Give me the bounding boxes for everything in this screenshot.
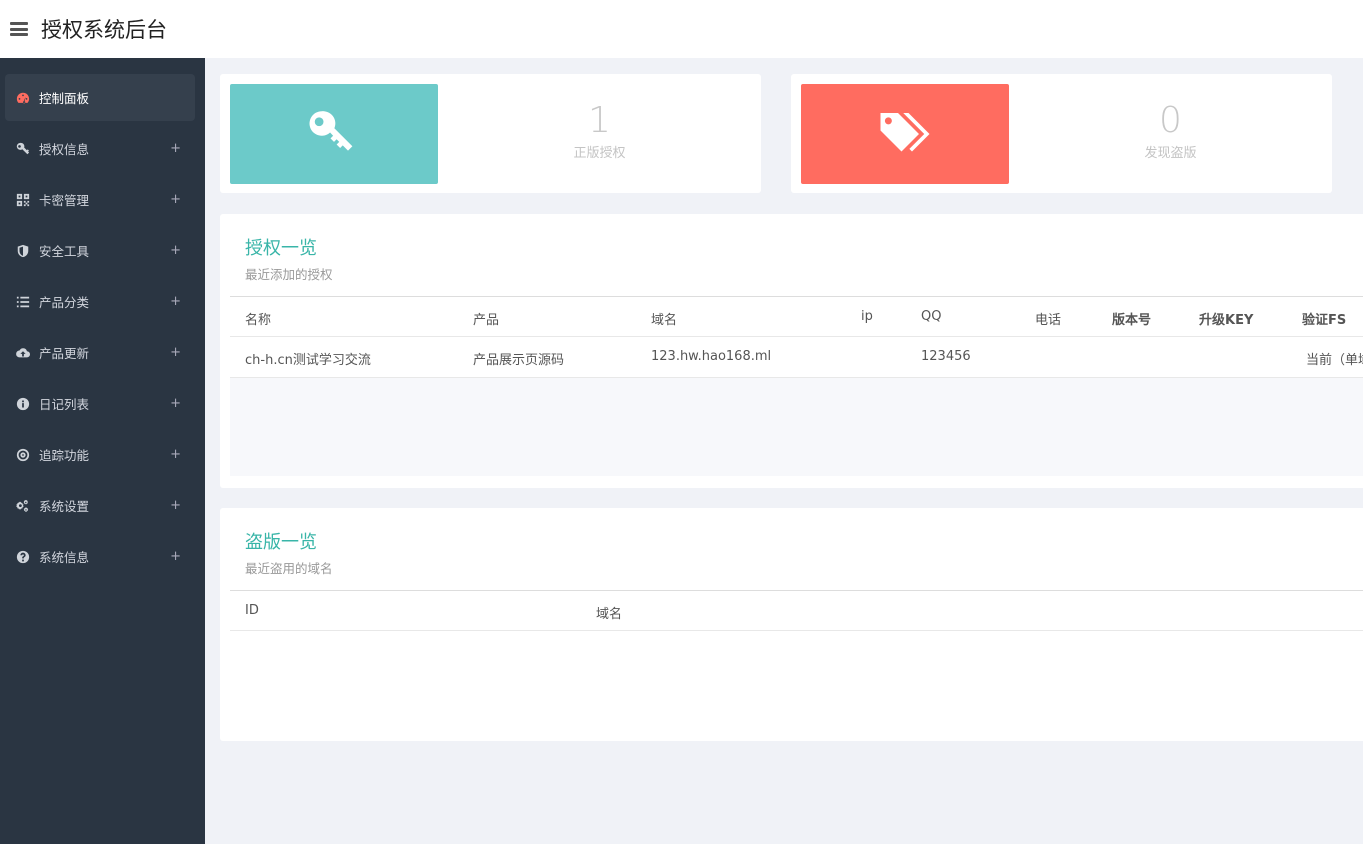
dashboard-icon xyxy=(15,90,31,106)
table-header-row: 名称 产品 域名 ip QQ 电话 版本号 升级KEY 验证FS xyxy=(230,296,1363,337)
hamburger-icon[interactable] xyxy=(10,22,28,36)
col-ip: ip xyxy=(861,309,873,324)
expand-icon[interactable]: + xyxy=(170,141,181,156)
col-domain: 域名 xyxy=(651,313,678,328)
key-icon xyxy=(309,111,353,151)
stat-label: 发现盗版 xyxy=(1144,146,1197,161)
sidebar: 控制面板 授权信息 + 卡密管理 + 安全工具 + 产品分类 + 产品更新 + … xyxy=(0,58,205,844)
sidebar-item-label: 卡密管理 xyxy=(39,193,90,208)
col-name: 名称 xyxy=(245,313,272,328)
sidebar-item-label: 系统设置 xyxy=(39,499,90,514)
info-icon xyxy=(15,396,31,412)
expand-icon[interactable]: + xyxy=(170,243,181,258)
col-qq: QQ xyxy=(921,309,942,324)
sidebar-item-label: 产品分类 xyxy=(39,295,90,310)
col-version: 版本号 xyxy=(1112,313,1152,328)
piracy-overview-panel: 盗版一览 最近盗用的域名 ID 域名 xyxy=(220,508,1363,741)
panel-title: 盗版一览 xyxy=(245,532,317,553)
expand-icon[interactable]: + xyxy=(170,345,181,360)
cell-qq: 123456 xyxy=(921,349,971,364)
stat-symbol xyxy=(801,84,1009,184)
question-icon xyxy=(15,549,31,565)
piracy-table: ID 域名 xyxy=(230,590,1363,631)
gears-icon xyxy=(15,498,31,514)
cell-product: 产品展示页源码 xyxy=(473,353,565,368)
sidebar-item-label: 授权信息 xyxy=(39,142,90,157)
expand-icon[interactable]: + xyxy=(170,294,181,309)
cell-domain: 123.hw.hao168.ml xyxy=(651,349,772,364)
stat-value-block: 0 发现盗版 xyxy=(1009,100,1332,162)
sidebar-item-auth-info[interactable]: 授权信息 + xyxy=(5,125,195,172)
cell-name: ch-h.cn测试学习交流 xyxy=(245,353,371,368)
stat-card-piracy: 0 发现盗版 xyxy=(791,74,1332,193)
expand-icon[interactable]: + xyxy=(170,549,181,564)
col-domain: 域名 xyxy=(596,607,623,622)
col-phone: 电话 xyxy=(1035,313,1062,328)
top-bar: 授权系统后台 xyxy=(0,0,1363,58)
sidebar-item-label: 追踪功能 xyxy=(39,448,90,463)
sidebar-item-label: 产品更新 xyxy=(39,346,90,361)
expand-icon[interactable]: + xyxy=(170,192,181,207)
panel-header: 授权一览 最近添加的授权 xyxy=(220,214,1363,296)
stat-symbol xyxy=(230,84,438,184)
sidebar-item-label: 控制面板 xyxy=(39,91,90,106)
expand-icon[interactable]: + xyxy=(170,447,181,462)
stat-card-genuine: 1 正版授权 xyxy=(220,74,761,193)
list-icon xyxy=(15,294,31,310)
sidebar-item-label: 系统信息 xyxy=(39,550,90,565)
tags-icon xyxy=(880,113,930,152)
sidebar-item-system-settings[interactable]: 系统设置 + xyxy=(5,482,195,529)
sidebar-item-tracking[interactable]: 追踪功能 + xyxy=(5,431,195,478)
col-upgrade-key: 升级KEY xyxy=(1199,313,1254,328)
col-product: 产品 xyxy=(473,313,500,328)
expand-icon[interactable]: + xyxy=(170,498,181,513)
col-id: ID xyxy=(245,603,259,618)
sidebar-item-product-update[interactable]: 产品更新 + xyxy=(5,329,195,376)
auth-overview-panel: 授权一览 最近添加的授权 名称 产品 域名 ip QQ 电话 版本号 升级KEY… xyxy=(220,214,1363,488)
sidebar-item-product-category[interactable]: 产品分类 + xyxy=(5,278,195,325)
panel-title: 授权一览 xyxy=(245,238,317,259)
panel-subtitle: 最近添加的授权 xyxy=(245,267,333,282)
table-row[interactable]: ch-h.cn测试学习交流 产品展示页源码 123.hw.hao168.ml 1… xyxy=(230,337,1363,378)
stat-number: 0 xyxy=(1159,100,1182,141)
table-header-row: ID 域名 xyxy=(230,590,1363,631)
stat-label: 正版授权 xyxy=(573,146,626,161)
stat-number: 1 xyxy=(588,100,611,141)
sidebar-item-system-info[interactable]: 系统信息 + xyxy=(5,533,195,580)
cell-verify-fs: 当前（单域 xyxy=(1306,353,1363,368)
panel-subtitle: 最近盗用的域名 xyxy=(245,561,333,576)
stat-value-block: 1 正版授权 xyxy=(438,100,761,162)
app-title: 授权系统后台 xyxy=(41,18,167,42)
key-icon xyxy=(15,141,31,157)
auth-table: 名称 产品 域名 ip QQ 电话 版本号 升级KEY 验证FS ch-h.cn… xyxy=(230,296,1363,476)
main-content: 1 正版授权 0 发现盗版 授权一览 最近添加的授权 名称 产品 域名 ip Q xyxy=(205,58,1363,844)
sidebar-item-label: 日记列表 xyxy=(39,397,90,412)
sidebar-item-card-manage[interactable]: 卡密管理 + xyxy=(5,176,195,223)
table-empty-area xyxy=(230,378,1363,476)
sidebar-item-label: 安全工具 xyxy=(39,244,90,259)
cloud-upload-icon xyxy=(15,345,31,361)
sidebar-item-security-tools[interactable]: 安全工具 + xyxy=(5,227,195,274)
expand-icon[interactable]: + xyxy=(170,396,181,411)
sidebar-item-dashboard[interactable]: 控制面板 xyxy=(5,74,195,121)
panel-header: 盗版一览 最近盗用的域名 xyxy=(220,508,1363,590)
col-verify-fs: 验证FS xyxy=(1302,313,1347,328)
sidebar-item-log-list[interactable]: 日记列表 + xyxy=(5,380,195,427)
shield-icon xyxy=(15,243,31,259)
target-icon xyxy=(15,447,31,463)
qrcode-icon xyxy=(15,192,31,208)
